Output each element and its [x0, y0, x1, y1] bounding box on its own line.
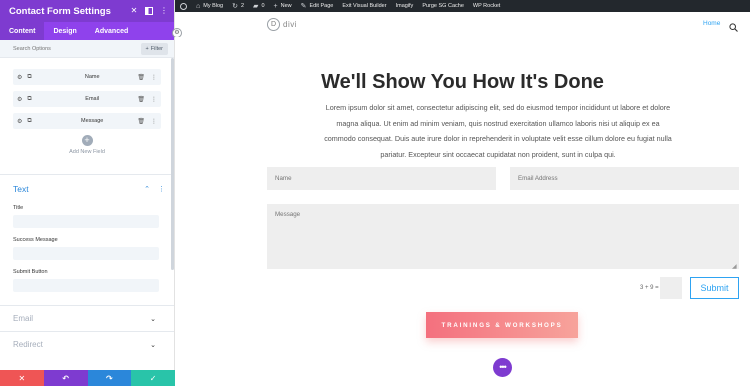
site-name-link[interactable]: ⌂ My Blog: [196, 3, 223, 10]
more-icon[interactable]: ⋮: [151, 96, 157, 103]
field-label: Name: [84, 74, 100, 80]
close-icon: ✕: [18, 373, 26, 383]
options-search-bar: + Filter: [0, 40, 174, 58]
trash-icon[interactable]: 🗑: [137, 74, 145, 81]
logo-mark: D: [267, 18, 280, 31]
pencil-icon: ✎: [300, 2, 307, 10]
field-label: Email: [85, 96, 100, 102]
site-logo[interactable]: D divi: [267, 18, 297, 31]
trainings-workshops-button[interactable]: TRAININGS & WORKSHOPS: [426, 312, 578, 338]
search-icon[interactable]: [729, 19, 738, 32]
trash-icon[interactable]: 🗑: [137, 118, 145, 125]
section-email[interactable]: Email ⌄: [0, 305, 174, 331]
search-options-input[interactable]: [13, 45, 103, 52]
chevron-down-icon: ⌄: [150, 315, 156, 323]
success-message-label: Success Message: [13, 237, 58, 243]
checkmark-icon: ✓: [149, 373, 157, 383]
tab-content[interactable]: Content: [0, 22, 45, 40]
purge-cache-link[interactable]: Purge SG Cache: [422, 3, 464, 9]
gear-icon[interactable]: ⚙: [17, 74, 22, 81]
field-item-name[interactable]: ⚙ ⧉ Name 🗑 ⋮: [13, 69, 161, 85]
intro-paragraph: Lorem ipsum dolor sit amet, consectetur …: [324, 103, 672, 159]
submit-button[interactable]: Submit: [690, 277, 739, 299]
name-field[interactable]: [267, 167, 496, 190]
plus-icon: +: [273, 2, 278, 10]
undo-button[interactable]: ↶: [43, 370, 88, 386]
field-item-email[interactable]: ⚙ ⧉ Email 🗑 ⋮: [13, 91, 161, 107]
more-options-button[interactable]: •••: [493, 358, 512, 377]
message-field[interactable]: [267, 204, 739, 269]
close-icon[interactable]: ✕: [130, 7, 138, 15]
exit-visual-builder-link[interactable]: Exit Visual Builder: [342, 3, 386, 9]
tab-advanced[interactable]: Advanced: [86, 22, 137, 40]
gear-icon[interactable]: ⚙: [17, 118, 22, 125]
chevron-up-icon[interactable]: ⌃: [144, 185, 150, 193]
fields-list: ⚙ ⧉ Name 🗑 ⋮ ⚙ ⧉ Email 🗑 ⋮ ⚙ ⧉ Message 🗑 ⋮ + A…: [0, 58, 174, 155]
title-input[interactable]: [13, 215, 159, 228]
wordpress-logo[interactable]: [180, 2, 187, 10]
sidebar-scrollbar[interactable]: [171, 58, 174, 270]
submit-button-label: Submit Button: [13, 269, 48, 275]
imagify-link[interactable]: Imagify: [396, 3, 414, 9]
page-content: We'll Show You How It's Done Lorem ipsum…: [175, 37, 750, 386]
plus-icon: +: [145, 45, 149, 52]
logo-text: divi: [283, 20, 298, 29]
wp-rocket-link[interactable]: WP Rocket: [473, 3, 500, 9]
duplicate-icon[interactable]: ⧉: [27, 118, 31, 125]
plus-icon: +: [81, 135, 93, 146]
undo-icon: ↶: [62, 373, 69, 383]
field-label: Message: [81, 118, 104, 124]
save-button[interactable]: ✓: [131, 370, 175, 386]
page-headline: We'll Show You How It's Done: [321, 71, 604, 93]
section-redirect-title: Redirect: [13, 340, 43, 349]
refresh-icon: ↻: [232, 2, 238, 10]
success-message-input[interactable]: [13, 247, 159, 260]
updates-link[interactable]: ↻ 2: [232, 3, 244, 10]
settings-header: Contact Form Settings ✕ ⋮: [0, 0, 174, 22]
wp-admin-bar: ⌂ My Blog ↻ 2 ▰ 0 + New ✎ Edit Page Exit Visu…: [175, 0, 750, 12]
nav-home-link[interactable]: Home: [703, 20, 720, 27]
cancel-button[interactable]: ✕: [0, 370, 44, 386]
filter-button[interactable]: + Filter: [140, 42, 168, 55]
redo-button[interactable]: ↷: [87, 370, 132, 386]
wordpress-icon: [180, 2, 187, 10]
tab-design[interactable]: Design: [44, 22, 85, 40]
more-icon[interactable]: ⋮: [158, 185, 165, 193]
comment-icon: ▰: [253, 2, 259, 10]
settings-tabs: Content Design Advanced: [0, 22, 174, 40]
edit-page-link[interactable]: ✎ Edit Page: [301, 3, 334, 10]
site-header: D divi Home: [175, 12, 750, 37]
captcha-question: 3 + 9 =: [640, 285, 659, 291]
email-field[interactable]: [510, 167, 739, 190]
submit-button-input[interactable]: [13, 279, 159, 292]
dots-icon: •••: [499, 362, 507, 372]
chevron-down-icon: ⌄: [150, 341, 156, 349]
more-icon[interactable]: ⋮: [151, 74, 157, 81]
settings-sidebar: Contact Form Settings ✕ ⋮ Content Design…: [0, 0, 175, 386]
captcha-input[interactable]: [660, 277, 682, 299]
new-content-link[interactable]: + New: [274, 3, 292, 10]
title-option-label: Title: [13, 205, 24, 211]
comments-link[interactable]: ▰ 0: [253, 3, 264, 10]
settings-title: Contact Form Settings: [9, 5, 111, 17]
section-email-title: Email: [13, 314, 34, 323]
section-text-title: Text: [13, 184, 29, 194]
add-field-label: Add New Field: [69, 149, 105, 155]
filter-label: Filter: [150, 45, 163, 52]
more-icon[interactable]: ⋮: [151, 118, 157, 125]
trash-icon[interactable]: 🗑: [137, 96, 145, 103]
redo-icon: ↷: [106, 373, 113, 383]
home-icon: ⌂: [196, 2, 201, 10]
resize-handle-icon[interactable]: ◢: [732, 263, 737, 270]
duplicate-icon[interactable]: ⧉: [27, 96, 31, 103]
field-item-message[interactable]: ⚙ ⧉ Message 🗑 ⋮: [13, 113, 161, 129]
snap-panel-icon[interactable]: [145, 7, 153, 15]
section-redirect[interactable]: Redirect ⌄: [0, 331, 174, 357]
gear-icon[interactable]: ⚙: [17, 96, 22, 103]
add-new-field-button[interactable]: + Add New Field: [13, 135, 161, 155]
more-options-icon[interactable]: ⋮: [160, 7, 168, 15]
section-text-header[interactable]: Text ⌃ ⋮: [0, 179, 174, 199]
settings-footer: ✕ ↶ ↷ ✓: [0, 370, 175, 386]
duplicate-icon[interactable]: ⧉: [27, 74, 31, 81]
